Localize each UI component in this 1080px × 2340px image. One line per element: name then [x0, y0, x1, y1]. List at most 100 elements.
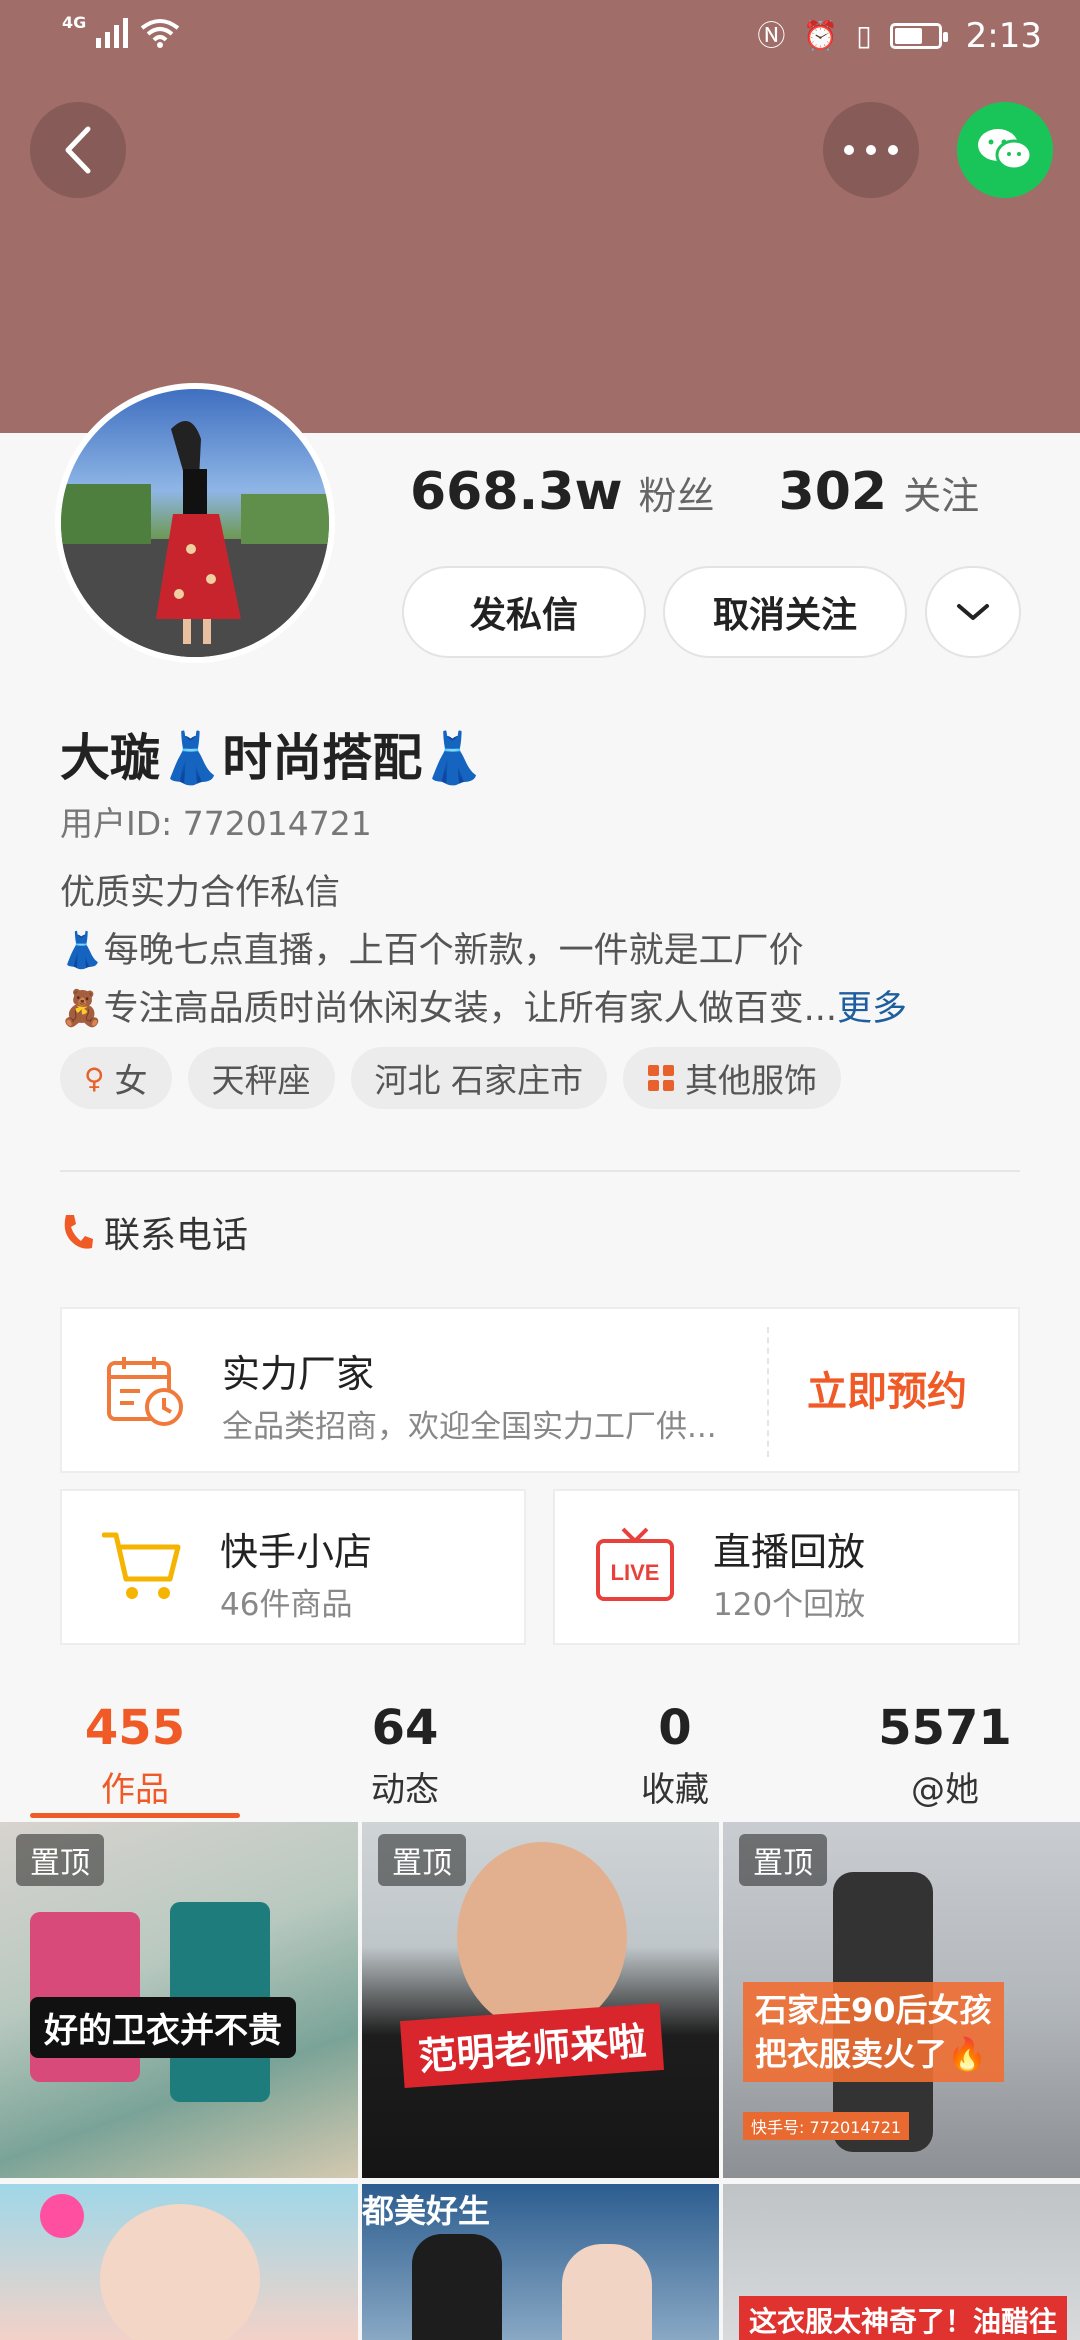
tab-moments[interactable]: 64 动态	[270, 1700, 540, 1811]
tab-count: 455	[84, 1700, 186, 1756]
tag-location: 河北 石家庄市	[350, 1047, 608, 1109]
cart-icon	[102, 1532, 181, 1599]
bio-line: 👗每晚七点直播，上百个新款，一件就是工厂价	[60, 931, 804, 971]
recommend-dropdown-button[interactable]	[925, 566, 1021, 658]
calendar-clock-icon	[107, 1357, 183, 1426]
video-caption: 这衣服太神奇了！油醋往	[739, 2296, 1068, 2340]
thumbnail-shape	[457, 1842, 627, 2032]
phone-icon	[64, 1215, 93, 1249]
active-tab-indicator	[30, 1813, 240, 1818]
tag-label: 其他服饰	[685, 1061, 818, 1100]
video-caption: 石家庄90后女孩 把衣服卖火了🔥	[743, 1982, 1004, 2082]
following-count[interactable]: 302	[779, 462, 888, 522]
tab-label: 收藏	[641, 1770, 709, 1810]
tab-count: 64	[371, 1700, 439, 1756]
pinned-badge: 置顶	[378, 1834, 466, 1886]
avatar-image	[61, 389, 329, 657]
video-tile[interactable]: 置顶 范明老师来啦	[362, 1822, 719, 2178]
shop-subtitle: 46件商品	[220, 1587, 353, 1623]
video-watermark: 快手号: 772014721	[743, 2112, 910, 2140]
tab-count: 5571	[878, 1700, 1012, 1756]
tab-favorites[interactable]: 0 收藏	[540, 1700, 810, 1811]
bio-line-text: 🧸专注高品质时尚休闲女装，让所有家人做百变...	[60, 989, 837, 1029]
avatar[interactable]	[55, 383, 335, 663]
tag-label: 女	[114, 1061, 148, 1100]
tab-works[interactable]: 455 作品	[0, 1700, 270, 1811]
caption-line: 石家庄90后女孩	[755, 1991, 992, 2029]
category-icon	[648, 1065, 675, 1091]
video-tile[interactable]: 置顶 石家庄90后女孩 把衣服卖火了🔥 快手号: 772014721	[723, 1822, 1080, 2178]
tab-count: 0	[658, 1700, 692, 1756]
pinned-badge: 置顶	[739, 1834, 827, 1886]
video-tile[interactable]	[0, 2184, 358, 2340]
followers-label[interactable]: 粉丝	[639, 465, 715, 520]
user-id[interactable]: 用户ID: 772014721	[60, 797, 372, 845]
vibrate-icon: ▯	[856, 19, 872, 52]
live-tv-icon: LIVE	[596, 1527, 674, 1601]
more-options-button[interactable]	[823, 102, 919, 198]
tag-category[interactable]: 其他服饰	[623, 1047, 842, 1109]
profile-bio: 优质实力合作私信 👗每晚七点直播，上百个新款，一件就是工厂价 🧸专注高品质时尚休…	[60, 864, 907, 1038]
unfollow-button[interactable]: 取消关注	[663, 566, 907, 658]
svg-text:LIVE: LIVE	[611, 1560, 660, 1585]
caption-line: 把衣服卖火了🔥	[755, 2035, 987, 2073]
live-replay-card[interactable]: LIVE 直播回放 120个回放	[553, 1489, 1020, 1645]
live-title: 直播回放	[713, 1530, 866, 1574]
tab-label: 作品	[101, 1770, 169, 1810]
profile-stats: 668.3w 粉丝 302 关注	[410, 462, 979, 522]
female-icon: ♀	[84, 1061, 105, 1095]
profile-name: 大璇👗时尚搭配👗	[60, 729, 485, 787]
followers-count[interactable]: 668.3w	[410, 462, 623, 522]
shop-card[interactable]: 快手小店 46件商品	[60, 1489, 526, 1645]
tag-label: 河北 石家庄市	[374, 1061, 584, 1100]
battery-level-fill	[894, 28, 923, 44]
shop-title: 快手小店	[220, 1530, 373, 1574]
nfc-icon: Ⓝ	[757, 19, 786, 52]
tab-label: 动态	[371, 1770, 439, 1810]
status-right: Ⓝ ⏰ ▯ 2:13	[757, 16, 1042, 56]
book-now-button[interactable]: 立即预约	[807, 1359, 967, 1417]
avatar-illustration	[61, 421, 329, 657]
section-divider	[60, 1170, 1020, 1172]
bio-line: 优质实力合作私信	[60, 873, 341, 913]
video-tile[interactable]: 这衣服太神奇了！油醋往	[723, 2184, 1080, 2340]
wechat-share-button[interactable]	[957, 102, 1053, 198]
card-separator	[767, 1327, 769, 1457]
thumbnail-shape	[562, 2244, 652, 2340]
chevron-left-icon	[65, 126, 91, 174]
wifi-icon	[141, 19, 180, 48]
thumbnail-shape	[100, 2204, 260, 2340]
content-tabs: 455 作品 64 动态 0 收藏 5571 @她	[0, 1700, 1080, 1818]
factory-card[interactable]: 实力厂家 全品类招商，欢迎全国实力工厂供... 立即预约	[60, 1307, 1020, 1473]
tag-label: 天秤座	[211, 1061, 311, 1100]
more-dots-icon	[844, 145, 898, 155]
thumbnail-shape	[412, 2234, 502, 2340]
tag-gender: ♀ 女	[60, 1047, 172, 1109]
send-message-button[interactable]: 发私信	[402, 566, 646, 658]
status-bar: 4G Ⓝ ⏰ ▯ 2:13	[0, 0, 1080, 70]
alarm-icon: ⏰	[803, 19, 839, 52]
signal-icon	[96, 18, 129, 48]
back-button[interactable]	[30, 102, 126, 198]
tag-zodiac: 天秤座	[187, 1047, 335, 1109]
live-subtitle: 120个回放	[713, 1587, 866, 1623]
video-caption: 好的卫衣并不贵	[30, 1997, 296, 2058]
video-caption: 范明老师来啦	[399, 2003, 665, 2088]
factory-subtitle: 全品类招商，欢迎全国实力工厂供...	[222, 1409, 717, 1445]
status-left: 4G	[62, 13, 180, 48]
tab-mentions[interactable]: 5571 @她	[810, 1700, 1080, 1811]
video-tile[interactable]: 都美好生	[362, 2184, 719, 2340]
tab-label: @她	[911, 1770, 979, 1810]
chevron-down-icon	[957, 604, 989, 620]
profile-tags: ♀ 女 天秤座 河北 石家庄市 其他服饰	[60, 1047, 842, 1109]
battery-icon	[889, 23, 948, 49]
following-label[interactable]: 关注	[903, 465, 979, 520]
video-caption: 都美好生	[362, 2192, 491, 2230]
bio-more-link[interactable]: 更多	[837, 989, 907, 1029]
clock: 2:13	[965, 16, 1042, 56]
video-grid: 置顶 好的卫衣并不贵 置顶 范明老师来啦 置顶 石家庄90后女孩 把衣服卖火了🔥…	[0, 1822, 1080, 2340]
bio-line: 🧸专注高品质时尚休闲女装，让所有家人做百变...更多	[60, 980, 907, 1038]
video-tile[interactable]: 置顶 好的卫衣并不贵	[0, 1822, 358, 2178]
wechat-icon	[978, 129, 1033, 171]
contact-phone-row[interactable]: 联系电话	[60, 1206, 248, 1258]
